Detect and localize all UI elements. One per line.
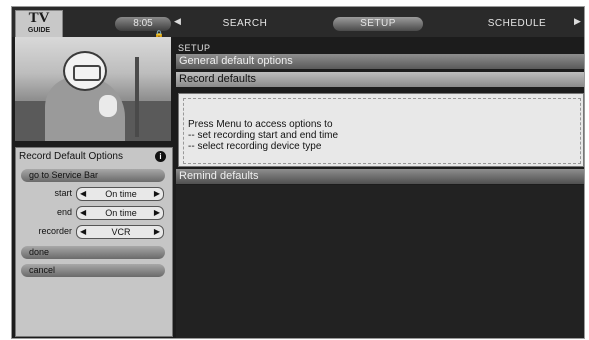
video-player-hand: [99, 95, 117, 117]
left-arrow-icon[interactable]: ◀: [174, 16, 181, 27]
remind-defaults-header[interactable]: Remind defaults: [176, 169, 584, 184]
right-arrow-icon[interactable]: ▶: [154, 207, 160, 219]
right-arrow-icon[interactable]: ▶: [154, 188, 160, 200]
live-video-preview: [15, 37, 171, 141]
breadcrumb: SETUP: [178, 43, 211, 53]
right-arrow-icon[interactable]: ▶: [154, 226, 160, 238]
general-default-options-header[interactable]: General default options: [176, 54, 584, 69]
cancel-button[interactable]: cancel: [21, 264, 165, 277]
top-navigation-bar: TV GUIDE 8:05 ◀ SEARCH SETUP SCHEDULE ▶: [12, 7, 584, 39]
recorder-value: VCR: [111, 227, 131, 237]
video-goalpost: [135, 57, 139, 137]
left-arrow-icon[interactable]: ◀: [80, 207, 86, 219]
start-label: start: [54, 188, 72, 198]
start-value: On time: [105, 189, 137, 199]
panel-title: Record Default Options: [19, 151, 123, 162]
left-arrow-icon[interactable]: ◀: [80, 226, 86, 238]
content-area: [176, 185, 584, 338]
content-frame: Press Menu to access options to -- set r…: [183, 98, 581, 164]
recorder-label: recorder: [38, 226, 72, 236]
done-button[interactable]: done: [21, 246, 165, 259]
tab-setup[interactable]: SETUP: [333, 17, 423, 31]
tv-guide-logo: TV GUIDE: [15, 10, 63, 39]
current-time: 8:05: [115, 17, 171, 31]
info-icon: i: [155, 151, 166, 162]
go-to-service-bar-button[interactable]: go to Service Bar: [21, 169, 165, 182]
recorder-selector[interactable]: ◀ VCR ▶: [76, 225, 164, 239]
start-selector[interactable]: ◀ On time ▶: [76, 187, 164, 201]
tab-search[interactable]: SEARCH: [215, 17, 275, 31]
logo-tv-text: TV: [28, 10, 50, 26]
record-default-options-panel: Record Default Options i go to Service B…: [15, 147, 173, 337]
video-facemask: [73, 65, 101, 81]
record-defaults-content: Press Menu to access options to -- set r…: [178, 93, 584, 167]
end-label: end: [56, 207, 72, 217]
logo-guide-text: GUIDE: [27, 27, 51, 34]
content-line: Press Menu to access options to: [188, 119, 333, 130]
record-defaults-header[interactable]: Record defaults: [176, 72, 584, 87]
end-value: On time: [105, 208, 137, 218]
left-arrow-icon[interactable]: ◀: [80, 188, 86, 200]
tab-schedule[interactable]: SCHEDULE: [482, 17, 552, 31]
end-selector[interactable]: ◀ On time ▶: [76, 206, 164, 220]
content-line: -- select recording device type: [188, 141, 322, 152]
content-line: -- set recording start and end time: [188, 130, 339, 141]
tv-guide-screen: TV GUIDE 8:05 ◀ SEARCH SETUP SCHEDULE ▶ …: [11, 6, 585, 339]
right-arrow-icon[interactable]: ▶: [574, 16, 581, 27]
